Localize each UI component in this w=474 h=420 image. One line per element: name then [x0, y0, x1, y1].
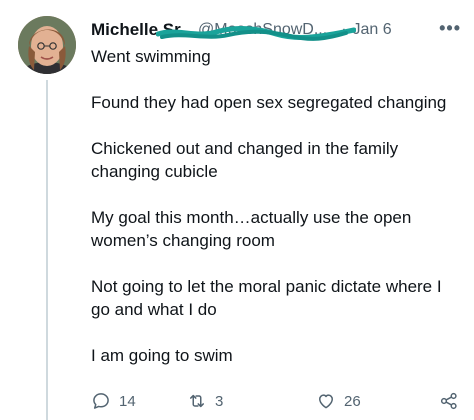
- action-bar: 14 3 26: [91, 391, 465, 415]
- tweet-paragraph: Found they had open sex segregated chang…: [91, 93, 447, 112]
- tweet-paragraph: Went swimming: [91, 47, 211, 66]
- share-icon: [440, 392, 457, 410]
- reply-icon: [93, 393, 109, 409]
- retweet-count: 3: [215, 392, 224, 410]
- reply-button[interactable]: 14: [91, 391, 136, 411]
- tweet-date[interactable]: Jan 6: [353, 21, 392, 39]
- tweet-paragraph: Chickened out and changed in the family …: [91, 139, 399, 181]
- separator-dot: ·: [341, 21, 347, 38]
- retweet-button[interactable]: 3: [187, 391, 223, 411]
- tweet-text: Went swimming Found they had open sex se…: [91, 45, 465, 367]
- handle-container: @MooshSnowD...: [156, 21, 356, 41]
- more-icon[interactable]: •••: [439, 18, 461, 39]
- tweet[interactable]: Michelle Sr... @MooshSnowD... · Jan 6 ••…: [0, 0, 474, 420]
- author-handle[interactable]: @MooshSnowD...: [198, 21, 327, 38]
- retweet-icon: [190, 394, 204, 408]
- like-count: 26: [344, 392, 361, 410]
- avatar[interactable]: [18, 16, 76, 74]
- heart-icon: [319, 394, 333, 409]
- tweet-paragraph: I am going to swim: [91, 346, 233, 365]
- tweet-paragraph: My goal this month…actually use the open…: [91, 208, 412, 250]
- share-button[interactable]: [439, 391, 459, 411]
- thread-line: [46, 80, 48, 420]
- avatar-image: [18, 16, 76, 74]
- author-name[interactable]: Michelle Sr...: [91, 20, 194, 40]
- like-button[interactable]: 26: [316, 391, 361, 411]
- tweet-paragraph: Not going to let the moral panic dictate…: [91, 277, 442, 319]
- tweet-header: Michelle Sr... @MooshSnowD... · Jan 6 ••…: [91, 18, 465, 42]
- reply-count: 14: [119, 392, 136, 410]
